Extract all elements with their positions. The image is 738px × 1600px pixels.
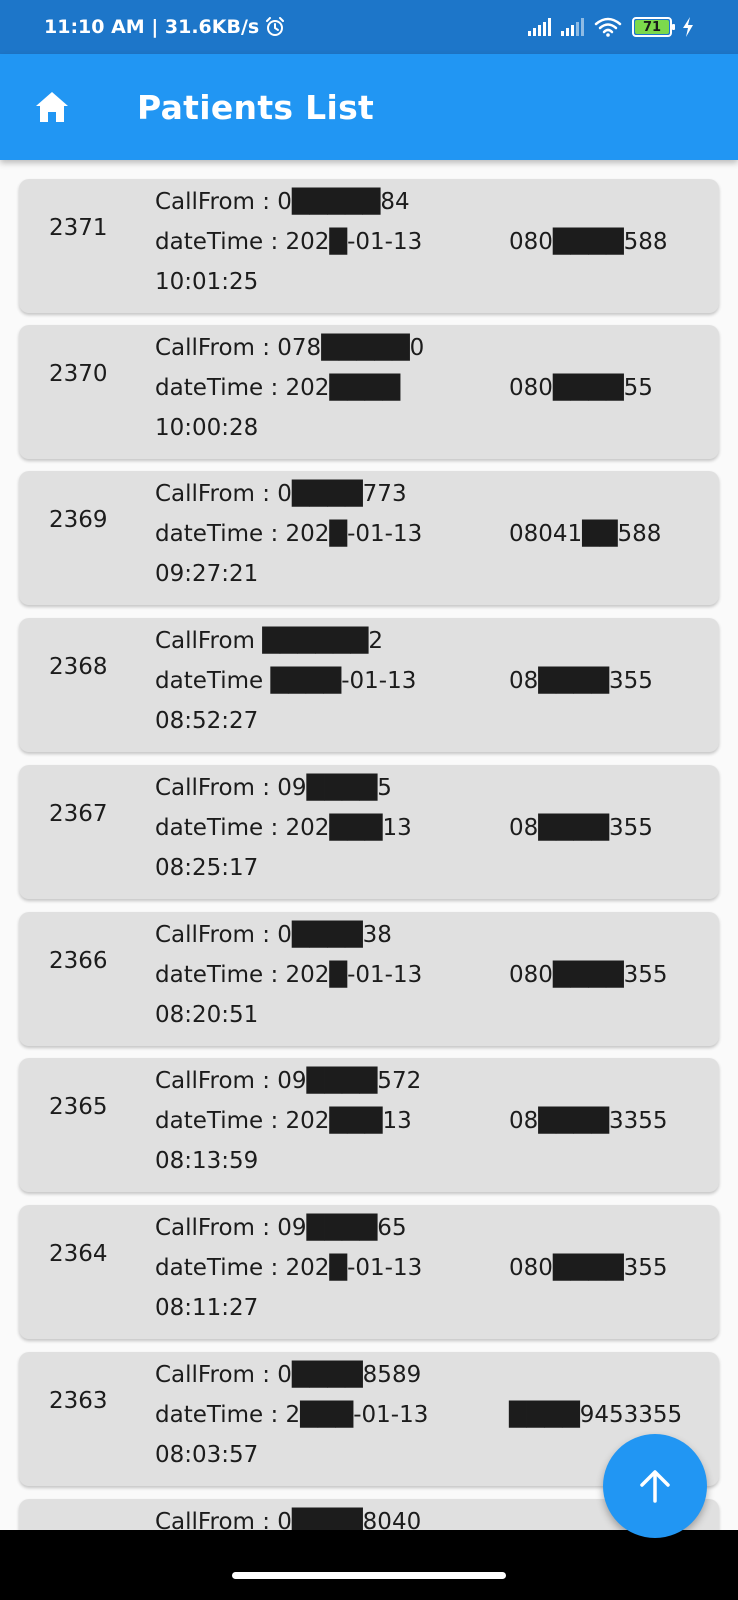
time: 08:13:59 (155, 1148, 259, 1174)
date-time: dateTime : 2███-01-13 (155, 1402, 429, 1428)
time: 08:52:27 (155, 708, 259, 734)
page-title: Patients List (137, 87, 375, 127)
call-from: CallFrom ██████2 (155, 628, 383, 654)
signal-icon (561, 18, 584, 36)
patient-card[interactable]: 2367 CallFrom : 09████5 dateTime : 202██… (19, 765, 719, 899)
status-left: 11:10 AM | 31.6KB/s (44, 16, 285, 38)
date-time: dateTime : 202███13 (155, 1108, 412, 1134)
date-time: dateTime : 202█-01-13 (155, 521, 423, 547)
scroll-to-top-button[interactable] (603, 1434, 707, 1538)
battery-icon: 71 (632, 17, 675, 37)
time: 10:00:28 (155, 415, 259, 441)
home-gesture-bar[interactable] (232, 1572, 506, 1579)
call-to: 08████355 (509, 815, 653, 841)
date-time: dateTime : 202████ (155, 375, 401, 401)
date-time: dateTime ████-01-13 (155, 668, 417, 694)
status-time-speed: 11:10 AM | 31.6KB/s (44, 16, 260, 38)
call-from: CallFrom : 0█████84 (155, 189, 410, 215)
battery-level: 71 (635, 20, 669, 35)
home-icon (36, 92, 68, 122)
alarm-clock-icon (266, 17, 285, 36)
date-time: dateTime : 202█-01-13 (155, 1255, 423, 1281)
charging-bolt-icon (683, 17, 693, 37)
patients-list[interactable]: 2371 CallFrom : 0█████84 dateTime : 202█… (0, 160, 738, 1530)
date-time: dateTime : 202█-01-13 (155, 229, 423, 255)
time: 09:27:21 (155, 561, 259, 587)
time: 08:20:51 (155, 1002, 259, 1028)
system-nav-bar (0, 1530, 738, 1600)
call-from: CallFrom : 078█████0 (155, 335, 425, 361)
patient-id: 2365 (49, 1094, 108, 1120)
patient-card[interactable]: 2371 CallFrom : 0█████84 dateTime : 202█… (19, 179, 719, 313)
call-from: CallFrom : 0████8589 (155, 1362, 422, 1388)
app-bar: Patients List (0, 54, 738, 160)
patient-card[interactable]: 2368 CallFrom ██████2 dateTime ████-01-1… (19, 618, 719, 752)
time: 08:11:27 (155, 1295, 259, 1321)
status-bar: 11:10 AM | 31.6KB/s 71 (0, 0, 738, 54)
call-to: 080████588 (509, 229, 668, 255)
patient-card[interactable]: 2366 CallFrom : 0████38 dateTime : 202█-… (19, 912, 719, 1046)
status-right: 71 (528, 17, 694, 37)
time: 08:25:17 (155, 855, 259, 881)
time: 08:03:57 (155, 1442, 259, 1468)
time: 10:01:25 (155, 269, 259, 295)
call-to: 08████355 (509, 668, 653, 694)
call-from: CallFrom : 09████5 (155, 775, 392, 801)
patient-id: 2371 (49, 215, 108, 241)
patient-id: 2370 (49, 361, 108, 387)
patient-card[interactable]: 2370 CallFrom : 078█████0 dateTime : 202… (19, 325, 719, 459)
call-to: 080████355 (509, 1255, 668, 1281)
home-button[interactable] (2, 54, 102, 160)
call-to: 080████355 (509, 962, 668, 988)
call-to: 08041██588 (509, 521, 662, 547)
call-from: CallFrom : 09████572 (155, 1068, 422, 1094)
date-time: dateTime : 202███13 (155, 815, 412, 841)
call-from: CallFrom : 0████773 (155, 481, 407, 507)
call-to: ████9453355 (509, 1402, 683, 1428)
patient-id: 2368 (49, 654, 108, 680)
call-from: CallFrom : 09████65 (155, 1215, 407, 1241)
patient-id: 2363 (49, 1388, 108, 1414)
call-to: 080████55 (509, 375, 653, 401)
signal-icon (528, 18, 551, 36)
date-time: dateTime : 202█-01-13 (155, 962, 423, 988)
patient-id: 2366 (49, 948, 108, 974)
call-to: 08████3355 (509, 1108, 668, 1134)
patient-card[interactable]: 2365 CallFrom : 09████572 dateTime : 202… (19, 1058, 719, 1192)
patient-id: 2369 (49, 507, 108, 533)
wifi-icon (594, 17, 622, 37)
arrow-up-icon (640, 1470, 670, 1503)
patient-card[interactable]: 2369 CallFrom : 0████773 dateTime : 202█… (19, 471, 719, 605)
patient-id: 2367 (49, 801, 108, 827)
call-from: CallFrom : 0████38 (155, 922, 392, 948)
patient-card[interactable]: 2364 CallFrom : 09████65 dateTime : 202█… (19, 1205, 719, 1339)
patient-id: 2364 (49, 1241, 108, 1267)
call-from: CallFrom : 0████8040 (155, 1509, 422, 1530)
